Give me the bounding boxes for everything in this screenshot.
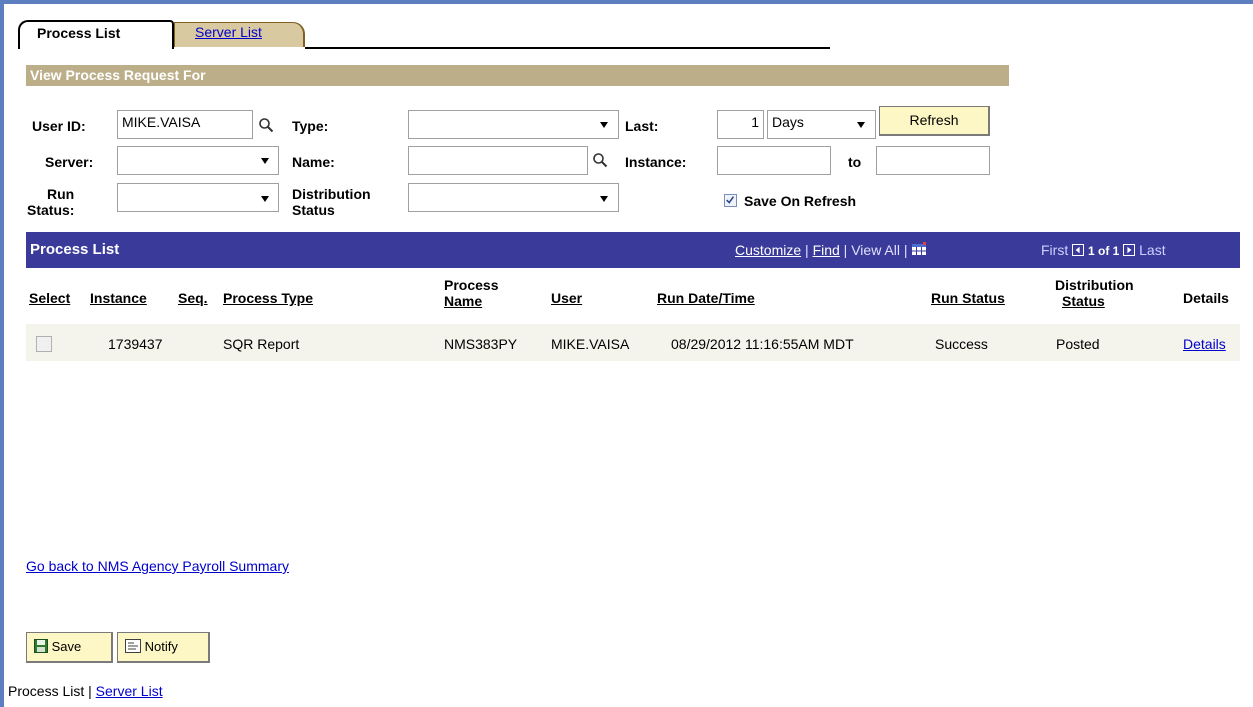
name-input[interactable] (408, 146, 588, 175)
customize-link[interactable]: Customize (735, 242, 801, 258)
col-header-process-name[interactable]: Process Name (444, 277, 498, 309)
col-header-process-type[interactable]: Process Type (223, 290, 313, 306)
grid-pagination: First 1 of 1 Last (1041, 242, 1166, 258)
col-header-process-name-line1: Process (444, 277, 499, 293)
cell-distribution-status: Posted (1056, 336, 1100, 352)
page-indicator: 1 of 1 (1088, 244, 1120, 258)
instance-label: Instance: (625, 154, 687, 170)
window-top-border (0, 0, 1253, 4)
distribution-status-select[interactable] (408, 183, 619, 212)
process-list-grid-header: Process List Customize | Find | View All… (26, 232, 1240, 268)
first-link[interactable]: First (1041, 242, 1068, 258)
distribution-status-label-line2: Status (292, 202, 335, 218)
footer-nav: Process List | Server List (8, 683, 163, 699)
col-header-distribution-status-line2: Status (1062, 293, 1105, 309)
chevron-down-icon (857, 122, 865, 128)
col-header-user[interactable]: User (551, 290, 582, 306)
chevron-down-icon (261, 158, 269, 164)
col-header-select[interactable]: Select (29, 290, 70, 306)
distribution-status-label-line1: Distribution (292, 186, 371, 202)
footer-process-list[interactable]: Process List (8, 683, 84, 699)
user-id-lookup-icon[interactable] (258, 117, 274, 133)
tab-server-list-link[interactable]: Server List (195, 24, 262, 40)
view-process-request-header: View Process Request For (26, 65, 1009, 86)
last-unit-value: Days (772, 114, 804, 130)
row-select-checkbox[interactable] (36, 336, 52, 352)
details-link[interactable]: Details (1183, 336, 1226, 352)
col-header-distribution-status[interactable]: Distribution Status (1055, 277, 1134, 309)
save-button[interactable]: Save (26, 632, 113, 663)
run-status-label-line2: Status: (27, 202, 75, 218)
save-on-refresh-checkbox[interactable] (724, 194, 737, 207)
run-status-label-line1: Run (47, 186, 75, 202)
download-grid-icon[interactable] (911, 242, 927, 256)
notify-button-label: Notify (144, 639, 178, 654)
save-icon (34, 639, 48, 653)
cell-process-type: SQR Report (223, 336, 300, 352)
tab-server-list[interactable]: Server List (174, 22, 305, 47)
col-header-details: Details (1183, 290, 1229, 306)
cell-run-status: Success (935, 336, 988, 352)
col-header-process-name-line2: Name (444, 293, 483, 309)
col-header-distribution-status-line1: Distribution (1055, 277, 1134, 293)
name-label: Name: (292, 154, 335, 170)
last-value-input[interactable]: 1 (717, 110, 764, 139)
last-label: Last: (625, 118, 659, 134)
cell-instance: 1739437 (108, 336, 163, 352)
tab-process-list-label: Process List (37, 25, 121, 41)
type-label: Type: (292, 118, 329, 134)
distribution-status-label: Distribution Status (292, 186, 371, 218)
save-on-refresh-label: Save On Refresh (744, 193, 857, 209)
go-back-link[interactable]: Go back to NMS Agency Payroll Summary (26, 558, 289, 574)
cell-process-name: NMS383PY (444, 336, 518, 352)
col-header-instance[interactable]: Instance (90, 290, 147, 306)
type-select[interactable] (408, 110, 619, 139)
grid-title: Process List (30, 241, 120, 258)
user-id-input[interactable]: MIKE.VAISA (117, 110, 253, 139)
save-button-label: Save (51, 639, 82, 654)
server-label: Server: (45, 154, 94, 170)
view-all-link[interactable]: View All (851, 242, 900, 258)
grid-actions: Customize | Find | View All | (735, 242, 927, 258)
checkmark-icon (726, 196, 735, 204)
instance-to-input[interactable] (876, 146, 990, 175)
find-link[interactable]: Find (813, 242, 840, 258)
window-left-border (0, 0, 4, 707)
cell-run-date: 08/29/2012 11:16:55AM MDT (671, 336, 854, 352)
last-link[interactable]: Last (1139, 242, 1165, 258)
run-status-label: Run Status: (27, 186, 74, 218)
refresh-button[interactable]: Refresh (879, 106, 990, 136)
notify-icon (125, 639, 141, 653)
tab-process-list[interactable]: Process List (18, 20, 174, 49)
cell-user: MIKE.VAISA (551, 336, 630, 352)
run-status-select[interactable] (117, 183, 279, 212)
server-select[interactable] (117, 146, 279, 175)
name-lookup-icon[interactable] (592, 152, 608, 168)
prev-arrow-icon[interactable] (1072, 244, 1085, 256)
instance-from-input[interactable] (717, 146, 831, 175)
to-label: to (848, 154, 862, 170)
footer-separator: | (84, 683, 96, 699)
col-header-run-status[interactable]: Run Status (931, 290, 1005, 306)
next-arrow-icon[interactable] (1123, 244, 1136, 256)
user-id-label: User ID: (32, 118, 86, 134)
chevron-down-icon (261, 196, 269, 202)
chevron-down-icon (600, 122, 608, 128)
chevron-down-icon (600, 196, 608, 202)
col-header-seq[interactable]: Seq. (178, 290, 208, 306)
footer-server-list-link[interactable]: Server List (96, 683, 163, 699)
col-header-run-date[interactable]: Run Date/Time (657, 290, 755, 306)
notify-button[interactable]: Notify (117, 632, 210, 663)
tab-underline (305, 47, 830, 49)
